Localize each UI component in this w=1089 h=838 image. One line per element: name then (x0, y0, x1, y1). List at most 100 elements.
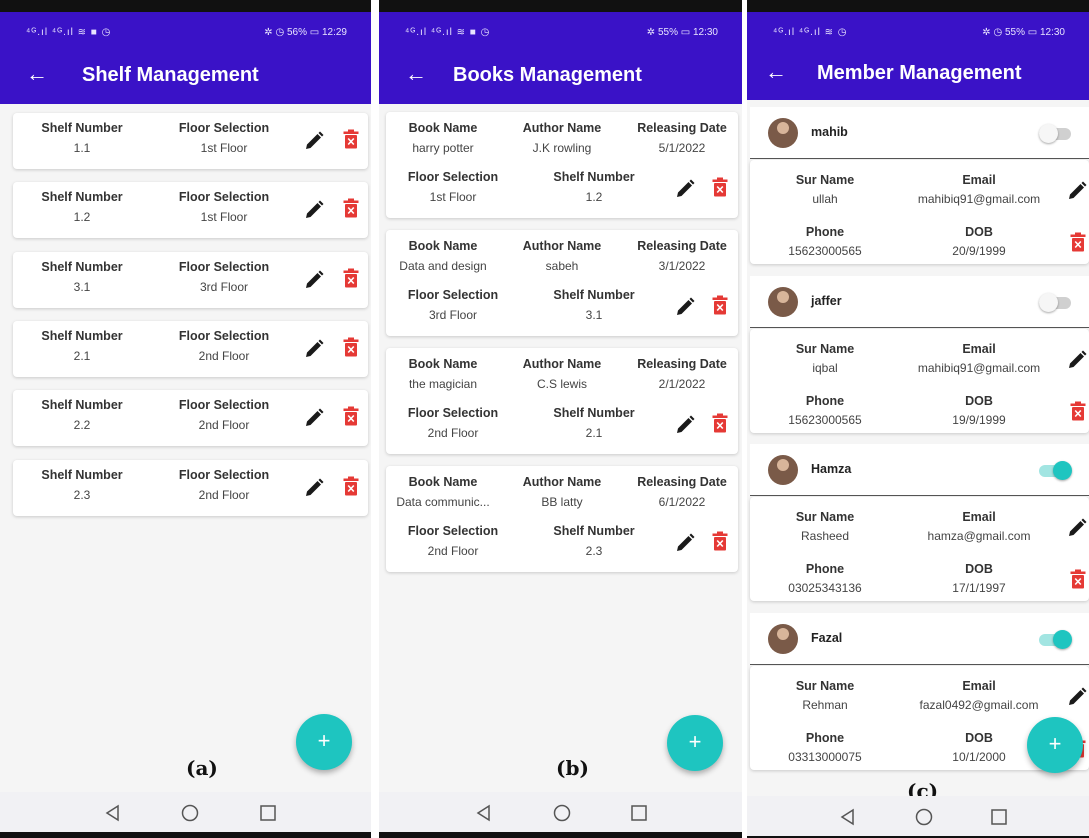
nav-home-icon[interactable] (915, 808, 933, 826)
member-details-card: Sur Name ullah Email mahibiq91@gmail.com Pho… (750, 160, 1089, 264)
email-value: mahibiq91@gmail.com (917, 360, 1041, 375)
edit-pencil-icon[interactable] (303, 407, 325, 429)
page-title: Shelf Management (82, 64, 259, 86)
book-card: Book Name Data and design Author Name sabeh… (386, 230, 738, 336)
nav-back-icon[interactable] (475, 804, 493, 822)
surname-label: Sur Name (795, 678, 855, 693)
toggle-thumb (1039, 124, 1058, 143)
shelf-card: Shelf Number 2.3 Floor Selection 2nd Floor (13, 459, 368, 516)
shelf-number-value: 3.1 (73, 279, 91, 294)
shelf-number-label: Shelf Number (553, 288, 635, 302)
dob-label: DOB (965, 225, 993, 239)
edit-pencil-icon[interactable] (674, 296, 696, 318)
edit-pencil-icon[interactable] (674, 414, 696, 436)
surname-value: iqbal (812, 360, 838, 375)
book-card: Book Name harry potter Author Name J.K rowl… (386, 112, 738, 218)
dob-label: DOB (965, 562, 993, 576)
releasing-date-label: Releasing Date (637, 121, 727, 135)
surname-label: Sur Name (795, 341, 855, 356)
active-toggle[interactable] (1039, 124, 1071, 143)
delete-trash-icon[interactable] (712, 413, 728, 433)
edit-pencil-icon[interactable] (1066, 180, 1088, 202)
add-member-button[interactable]: + (1027, 717, 1083, 773)
avatar (768, 118, 798, 148)
email-value: hamza@gmail.com (927, 529, 1031, 543)
shelf-card: Shelf Number 1.1 Floor Selection 1st Floor (13, 113, 368, 169)
active-toggle[interactable] (1039, 629, 1072, 649)
nav-home-icon[interactable] (181, 804, 199, 822)
nav-back-icon[interactable] (104, 804, 122, 822)
shelf-number-value: 2.3 (73, 487, 91, 502)
shelf-number-label: Shelf Number (41, 259, 123, 274)
shelf-card: Shelf Number 3.1 Floor Selection 3rd Floor (13, 251, 368, 308)
phone-value: 15623000565 (788, 244, 862, 258)
delete-trash-icon[interactable] (712, 295, 728, 315)
edit-pencil-icon[interactable] (303, 130, 325, 152)
shelf-number-label: Shelf Number (41, 398, 123, 413)
floor-selection-value: 3rd Floor (428, 308, 478, 322)
floor-selection-value: 3rd Floor (199, 279, 249, 294)
member-header[interactable]: Fazal (750, 612, 1089, 665)
back-arrow-icon[interactable]: ← (26, 63, 48, 85)
active-toggle[interactable] (1039, 292, 1071, 312)
shelf-number-label: Shelf Number (553, 406, 635, 420)
delete-trash-icon[interactable] (712, 177, 728, 197)
delete-trash-icon[interactable] (343, 476, 359, 496)
surname-label: Sur Name (795, 510, 855, 524)
shelf-number-value: 2.2 (73, 418, 91, 433)
phone-top-bezel (0, 0, 371, 12)
delete-trash-icon[interactable] (343, 268, 359, 288)
releasing-date-value: 3/1/2022 (658, 259, 706, 273)
status-right: ✲ ◷ 56% ▭ 12:29 (264, 27, 347, 38)
dob-value: 17/1/1997 (952, 581, 1006, 595)
add-shelf-button[interactable]: + (296, 714, 352, 770)
edit-pencil-icon[interactable] (674, 178, 696, 200)
delete-trash-icon[interactable] (343, 337, 359, 357)
surname-value: Rasheed (800, 529, 850, 543)
edit-pencil-icon[interactable] (303, 477, 325, 499)
delete-trash-icon[interactable] (1070, 232, 1086, 252)
member-details-card: Sur Name Rasheed Email hamza@gmail.com Phone… (750, 497, 1089, 601)
status-bar: ⁴ᴳ.ıl ⁴ᴳ.ıl ≋ ■ ◷ ✲ 55% ▭ 12:30 (379, 25, 742, 41)
book-card: Book Name Data communic... Author Name BB l… (386, 466, 738, 572)
member-header[interactable]: jaffer (750, 275, 1089, 328)
edit-pencil-icon[interactable] (303, 338, 325, 360)
figure-caption: (b) (556, 756, 589, 780)
shelf-number-value: 2.3 (585, 544, 603, 558)
book-name-label: Book Name (408, 121, 478, 135)
edit-pencil-icon[interactable] (1066, 686, 1088, 708)
shelf-number-label: Shelf Number (41, 190, 123, 205)
back-arrow-icon[interactable]: ← (765, 61, 787, 83)
nav-recents-icon[interactable] (259, 804, 277, 822)
delete-trash-icon[interactable] (1070, 569, 1086, 589)
shelf-number-label: Shelf Number (41, 121, 123, 135)
edit-pencil-icon[interactable] (1066, 517, 1088, 539)
delete-trash-icon[interactable] (343, 129, 359, 149)
member-header[interactable]: Hamza (750, 444, 1089, 496)
back-arrow-icon[interactable]: ← (405, 63, 427, 85)
app-bar: ⁴ᴳ.ıl ⁴ᴳ.ıl ≋ ■ ◷ ✲ ◷ 56% ▭ 12:29 ← Shel… (0, 12, 371, 104)
edit-pencil-icon[interactable] (303, 199, 325, 221)
nav-recents-icon[interactable] (630, 804, 648, 822)
nav-home-icon[interactable] (553, 804, 571, 822)
floor-selection-value: 1st Floor (429, 190, 477, 204)
edit-pencil-icon[interactable] (303, 269, 325, 291)
figure-caption: (a) (186, 756, 218, 780)
delete-trash-icon[interactable] (343, 406, 359, 426)
delete-trash-icon[interactable] (1070, 401, 1086, 421)
nav-recents-icon[interactable] (990, 808, 1008, 826)
phone-label: Phone (805, 393, 845, 408)
author-name-label: Author Name (522, 239, 602, 253)
add-book-button[interactable]: + (667, 715, 723, 771)
surname-label: Sur Name (795, 173, 855, 187)
edit-pencil-icon[interactable] (674, 532, 696, 554)
author-name-value: J.K rowling (532, 141, 592, 155)
edit-pencil-icon[interactable] (1066, 349, 1088, 371)
book-card: Book Name the magician Author Name C.S lewi… (386, 348, 738, 454)
nav-back-icon[interactable] (839, 808, 857, 826)
releasing-date-label: Releasing Date (637, 239, 727, 253)
delete-trash-icon[interactable] (712, 531, 728, 551)
active-toggle[interactable] (1039, 461, 1072, 480)
member-header[interactable]: mahib (750, 107, 1089, 159)
delete-trash-icon[interactable] (343, 198, 359, 218)
